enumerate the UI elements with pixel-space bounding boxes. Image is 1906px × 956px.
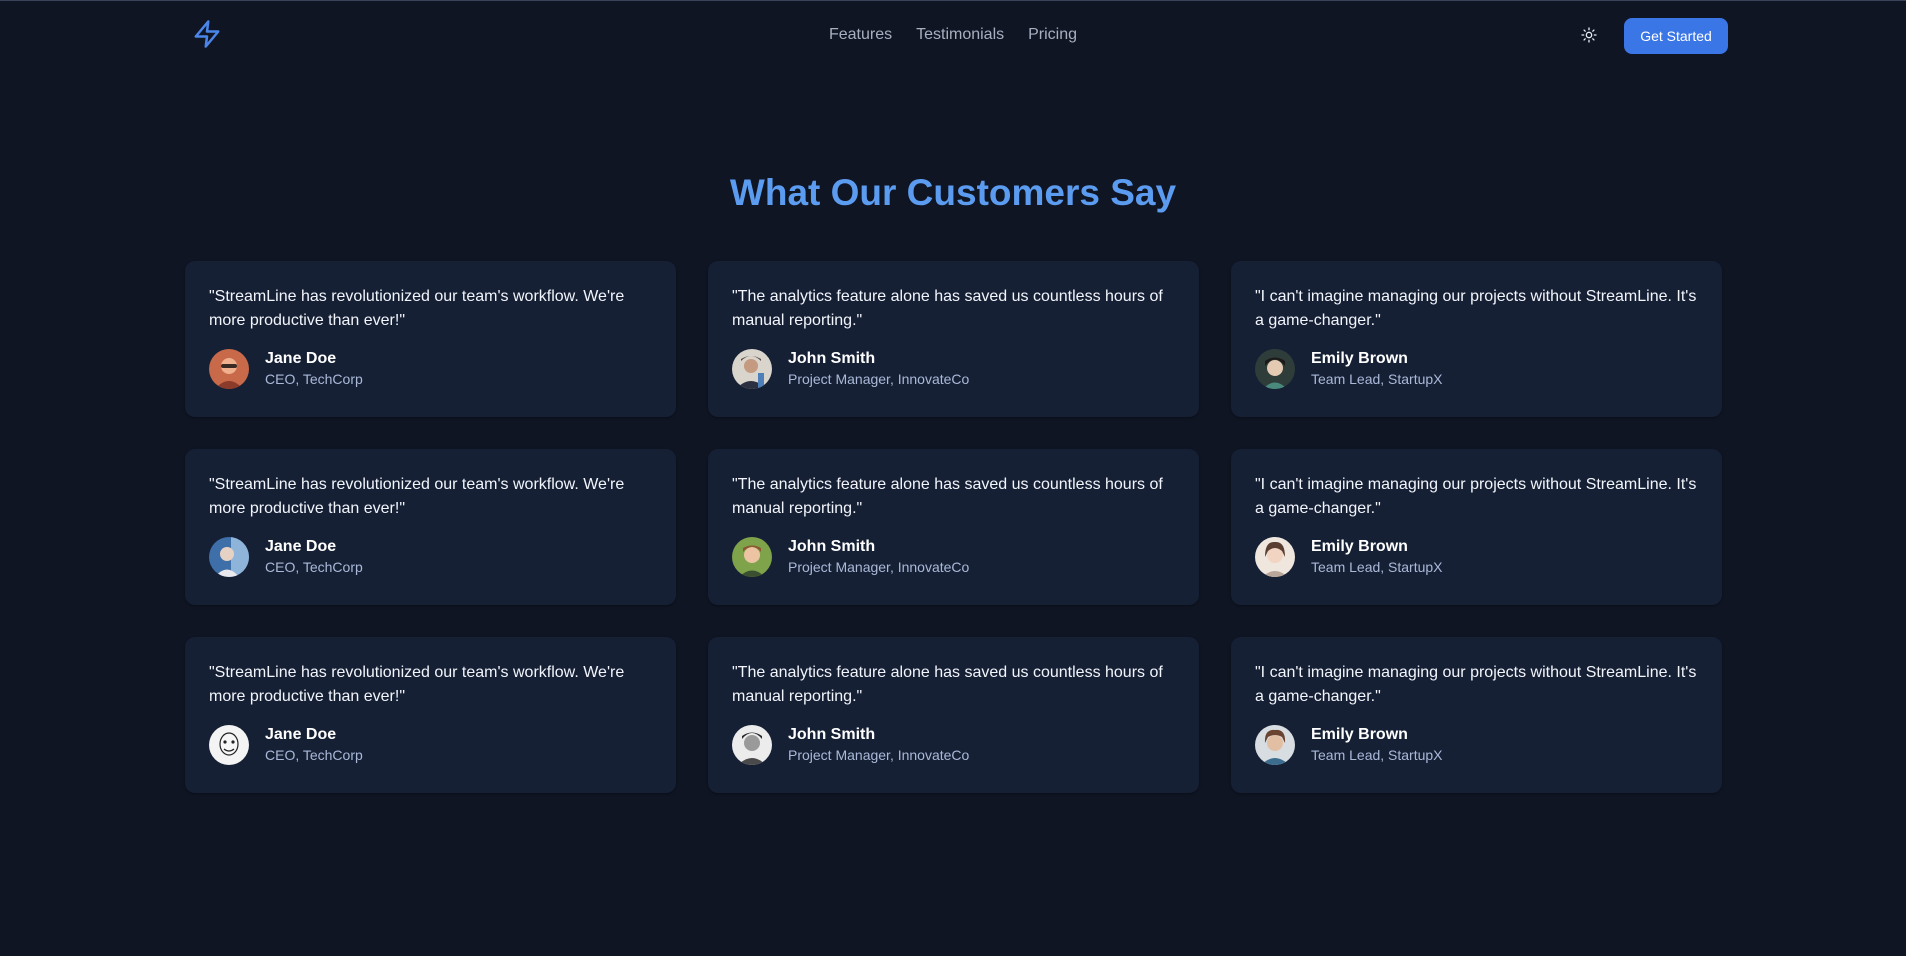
testimonial-author: Emily Brown Team Lead, StartupX [1255,537,1698,577]
testimonial-quote: "I can't imagine managing our projects w… [1255,476,1697,517]
testimonial-card: "StreamLine has revolutionized our team'… [185,449,676,605]
nav-pricing[interactable]: Pricing [1028,26,1077,44]
main-nav: Features Testimonials Pricing [0,1,1906,69]
testimonial-quote: "I can't imagine managing our projects w… [1255,664,1697,705]
author-role: Team Lead, StartupX [1311,559,1443,575]
avatar [732,349,772,389]
testimonial-quote: "The analytics feature alone has saved u… [732,664,1163,705]
testimonial-card: "I can't imagine managing our projects w… [1231,261,1722,417]
testimonial-quote: "StreamLine has revolutionized our team'… [209,664,625,705]
author-name: Jane Doe [265,538,337,555]
testimonial-author: John Smith Project Manager, InnovateCo [732,349,1175,389]
testimonial-author: Emily Brown Team Lead, StartupX [1255,725,1698,765]
avatar [1255,537,1295,577]
section-title: What Our Customers Say [729,172,1177,213]
author-name: John Smith [788,726,876,743]
testimonial-card: "StreamLine has revolutionized our team'… [185,261,676,417]
nav-features[interactable]: Features [829,26,892,44]
testimonial-quote: "StreamLine has revolutionized our team'… [209,288,625,329]
testimonial-author: John Smith Project Manager, InnovateCo [732,537,1175,577]
testimonial-quote: "The analytics feature alone has saved u… [732,476,1163,517]
author-role: Project Manager, InnovateCo [788,559,970,575]
testimonial-card: "The analytics feature alone has saved u… [708,261,1199,417]
testimonial-author: Emily Brown Team Lead, StartupX [1255,349,1698,389]
testimonial-author: Jane Doe CEO, TechCorp [209,537,652,577]
avatar [1255,349,1295,389]
author-name: Emily Brown [1311,538,1408,555]
author-role: Project Manager, InnovateCo [788,747,970,763]
testimonial-card: "StreamLine has revolutionized our team'… [185,637,676,793]
author-name: Jane Doe [265,726,337,743]
testimonial-author: Jane Doe CEO, TechCorp [209,725,652,765]
author-role: CEO, TechCorp [265,559,363,575]
avatar [732,725,772,765]
avatar [209,537,249,577]
testimonial-author: John Smith Project Manager, InnovateCo [732,725,1175,765]
author-role: Team Lead, StartupX [1311,747,1443,763]
author-role: Team Lead, StartupX [1311,371,1443,387]
avatar [732,537,772,577]
author-name: Jane Doe [265,350,337,367]
author-role: CEO, TechCorp [265,747,363,763]
avatar [209,725,249,765]
get-started-button[interactable]: Get Started [1624,18,1728,54]
author-name: John Smith [788,538,876,555]
testimonials-grid: "StreamLine has revolutionized our team'… [185,261,1722,793]
author-name: John Smith [788,350,876,367]
testimonial-quote: "I can't imagine managing our projects w… [1255,288,1697,329]
author-name: Emily Brown [1311,726,1408,743]
logo-link[interactable] [190,19,224,53]
testimonial-quote: "The analytics feature alone has saved u… [732,288,1163,329]
sun-icon [1581,26,1597,46]
testimonial-quote: "StreamLine has revolutionized our team'… [209,476,625,517]
testimonial-card: "The analytics feature alone has saved u… [708,449,1199,605]
lightning-bolt-icon [192,18,222,55]
testimonial-card: "The analytics feature alone has saved u… [708,637,1199,793]
avatar [1255,725,1295,765]
author-role: CEO, TechCorp [265,371,363,387]
author-name: Emily Brown [1311,350,1408,367]
author-role: Project Manager, InnovateCo [788,371,970,387]
testimonial-card: "I can't imagine managing our projects w… [1231,637,1722,793]
site-header: Features Testimonials Pricing Get Starte… [0,1,1906,69]
theme-toggle-button[interactable] [1576,23,1602,49]
avatar [209,349,249,389]
nav-testimonials[interactable]: Testimonials [916,26,1004,44]
testimonial-card: "I can't imagine managing our projects w… [1231,449,1722,605]
testimonial-author: Jane Doe CEO, TechCorp [209,349,652,389]
